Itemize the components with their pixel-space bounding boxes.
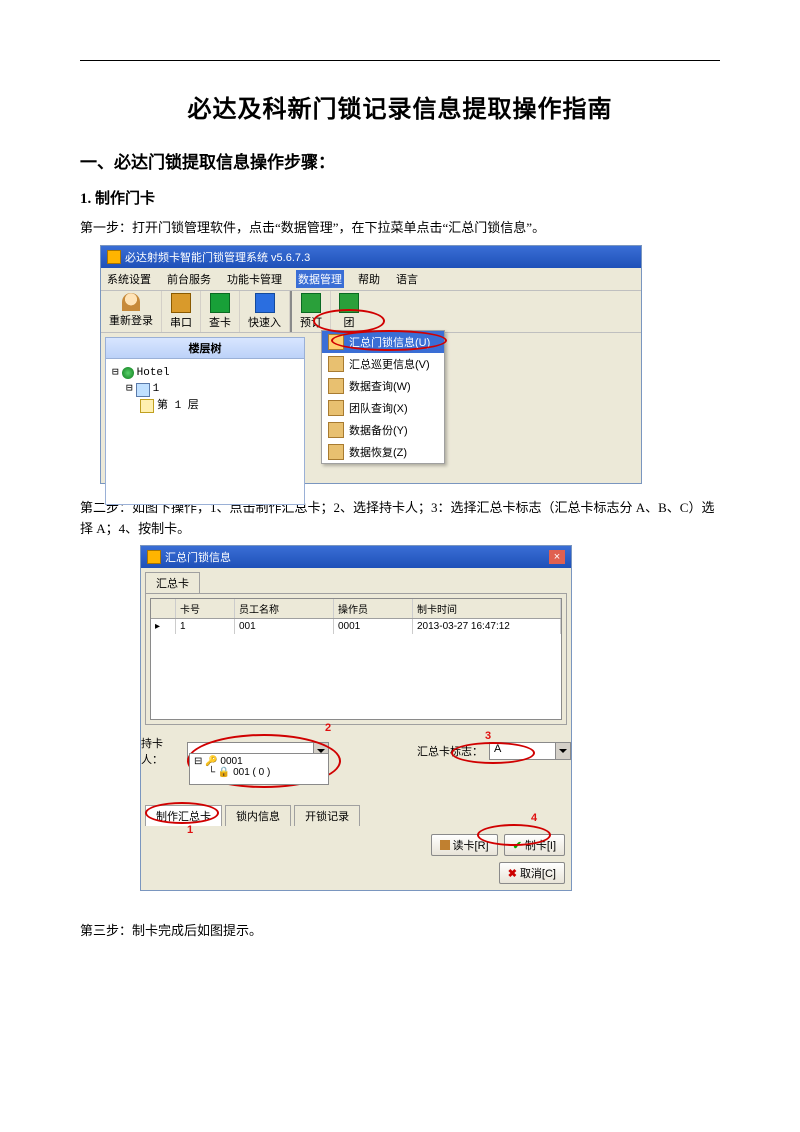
annotation-circle-item [331, 330, 447, 351]
tabstrip-top: 汇总卡 [141, 568, 571, 593]
holder-tree-popup[interactable]: ⊟ 🔑 0001 └ 🔒 001 ( 0 ) [189, 753, 329, 785]
menu-lang[interactable]: 语言 [394, 270, 420, 288]
menu-card[interactable]: 功能卡管理 [225, 270, 284, 288]
dialog-title: 汇总门锁信息 [165, 549, 231, 565]
cancel-button[interactable]: ✖取消[C] [499, 862, 565, 884]
grid-row[interactable]: ▸ 1 001 0001 2013-03-27 16:47:12 [151, 619, 561, 634]
close-icon[interactable]: × [549, 550, 565, 564]
tb-quickin[interactable]: 快速入 [240, 291, 290, 332]
tab-summary-card[interactable]: 汇总卡 [145, 572, 200, 593]
globe-icon [122, 367, 134, 379]
menu-system[interactable]: 系统设置 [105, 270, 153, 288]
menu-help[interactable]: 帮助 [356, 270, 382, 288]
dialog-titlebar: 汇总门锁信息 × [141, 546, 571, 568]
step-1-text: 第一步：打开门锁管理软件，点击“数据管理”，在下拉菜单点击“汇总门锁信息”。 [80, 218, 720, 239]
subsection-1-heading: 1. 制作门卡 [80, 187, 720, 208]
restore-icon [328, 444, 344, 460]
chevron-down-icon[interactable] [555, 743, 570, 759]
patrol-icon [328, 356, 344, 372]
booking-icon [301, 293, 321, 313]
header-rule [80, 60, 720, 61]
callout-4: 4 [531, 812, 537, 824]
figure-1: 必达射频卡智能门锁管理系统 v5.6.7.3 系统设置 前台服务 功能卡管理 数… [80, 245, 720, 484]
summary-dialog: 汇总门锁信息 × 汇总卡 卡号 员工名称 操作员 制卡时间 ▸ [140, 545, 572, 891]
doc-title: 必达及科新门锁记录信息提取操作指南 [80, 89, 720, 124]
menu-data[interactable]: 数据管理 [296, 270, 344, 288]
cancel-icon: ✖ [508, 867, 517, 880]
search-icon [255, 293, 275, 313]
callout-2: 2 [325, 722, 331, 734]
annotation-circle-menu [313, 309, 385, 333]
tb-checkcard[interactable]: 查卡 [201, 291, 240, 332]
side-header: 楼层树 [105, 337, 305, 359]
floor-tree[interactable]: ⊟Hotel ⊟1 第 1 层 [105, 359, 305, 506]
holder-label: 持卡人： [141, 735, 181, 767]
card-icon [210, 293, 230, 313]
mi-restore[interactable]: 数据恢复(Z) [322, 441, 444, 463]
tab-lock-info[interactable]: 锁内信息 [225, 805, 291, 826]
tab-unlock-log[interactable]: 开锁记录 [294, 805, 360, 826]
app-icon [107, 250, 121, 264]
floor-icon [140, 399, 154, 413]
query-icon [328, 378, 344, 394]
grid-header: 卡号 员工名称 操作员 制卡时间 [151, 599, 561, 619]
mi-backup[interactable]: 数据备份(Y) [322, 419, 444, 441]
window-title: 必达射频卡智能门锁管理系统 v5.6.7.3 [125, 249, 310, 265]
app-window-1: 必达射频卡智能门锁管理系统 v5.6.7.3 系统设置 前台服务 功能卡管理 数… [100, 245, 642, 484]
dialog-icon [147, 550, 161, 564]
team-icon [328, 400, 344, 416]
user-icon [122, 293, 140, 311]
side-panel: 楼层树 ⊟Hotel ⊟1 第 1 层 [105, 337, 305, 506]
section-1-heading: 一、必达门锁提取信息操作步骤： [80, 148, 720, 173]
port-icon [171, 293, 191, 313]
tb-port[interactable]: 串口 [162, 291, 201, 332]
callout-3: 3 [485, 730, 491, 742]
figure-2: www.weizhuannet.com 汇总门锁信息 × 汇总卡 卡号 员工名称… [80, 545, 720, 891]
mi-summary-patrol[interactable]: 汇总巡更信息(V) [322, 353, 444, 375]
mi-data-query[interactable]: 数据查询(W) [322, 375, 444, 397]
mi-team-query[interactable]: 团队查询(X) [322, 397, 444, 419]
callout-1: 1 [187, 824, 193, 836]
card-grid[interactable]: 卡号 员工名称 操作员 制卡时间 ▸ 1 001 0001 2013-03-27… [150, 598, 562, 720]
tb-relogin[interactable]: 重新登录 [101, 291, 162, 332]
titlebar: 必达射频卡智能门锁管理系统 v5.6.7.3 [101, 246, 641, 268]
building-icon [136, 383, 150, 397]
grid-panel: 卡号 员工名称 操作员 制卡时间 ▸ 1 001 0001 2013-03-27… [145, 593, 567, 725]
menu-bar: 系统设置 前台服务 功能卡管理 数据管理 帮助 语言 [101, 268, 641, 291]
step-3-text: 第三步：制卡完成后如图提示。 [80, 921, 720, 942]
menu-front[interactable]: 前台服务 [165, 270, 213, 288]
backup-icon [328, 422, 344, 438]
read-icon [440, 840, 450, 850]
